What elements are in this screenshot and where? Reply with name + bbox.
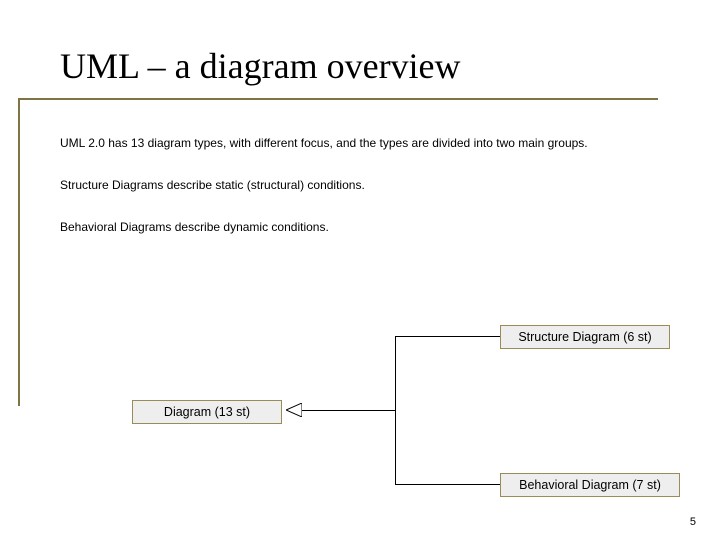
slide: UML – a diagram overview UML 2.0 has 13 … [0, 0, 720, 540]
slide-title: UML – a diagram overview [60, 45, 461, 87]
connector-root-stem [302, 410, 396, 411]
diagram-root-box: Diagram (13 st) [132, 400, 282, 424]
generalization-arrowhead-icon [286, 403, 302, 417]
title-underline [18, 98, 658, 100]
structure-diagram-box: Structure Diagram (6 st) [500, 325, 670, 349]
paragraph-1: UML 2.0 has 13 diagram types, with diffe… [60, 136, 588, 152]
paragraph-2: Structure Diagrams describe static (stru… [60, 178, 365, 194]
paragraph-3: Behavioral Diagrams describe dynamic con… [60, 220, 329, 236]
behavioral-diagram-box: Behavioral Diagram (7 st) [500, 473, 680, 497]
connector-to-structure [395, 336, 500, 337]
left-rule [18, 98, 20, 406]
connector-to-behavioral [395, 484, 500, 485]
connector-vertical [395, 336, 396, 485]
page-number: 5 [690, 516, 696, 528]
